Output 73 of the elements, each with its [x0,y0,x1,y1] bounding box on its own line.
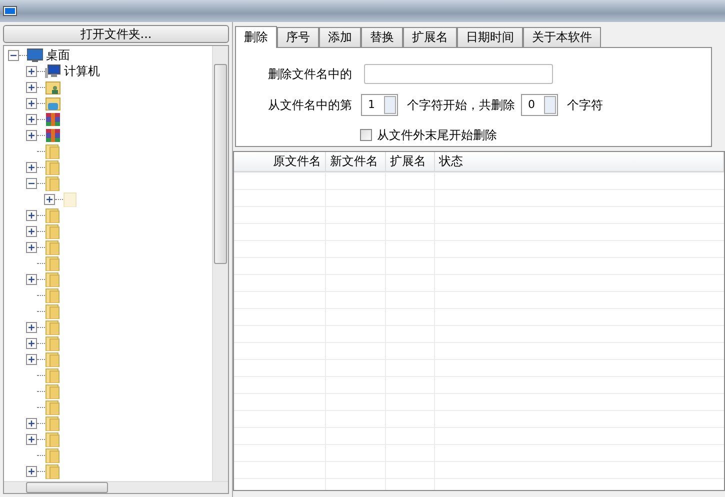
folder-icon [63,192,79,206]
folder-icon [45,368,61,382]
folder-icon [45,272,61,286]
expand-icon[interactable] [26,466,37,476]
folder-icon [45,208,61,222]
column-header[interactable]: 扩展名 [386,152,435,171]
spin-box[interactable]: 0 [521,94,558,116]
tab[interactable]: 日期时间 [457,27,523,47]
folder-icon [45,416,61,430]
folder-icon [45,224,61,238]
expand-icon[interactable] [26,130,37,140]
open-folder-button[interactable]: 打开文件夹... [3,25,229,43]
folder-icon [45,464,61,478]
folder-icon [45,176,61,190]
tab[interactable]: 关于本软件 [523,27,601,47]
expand-icon[interactable] [44,194,55,204]
field-label: 从文件名中的第 [268,97,352,114]
folder-icon [45,336,61,350]
folder-icon [45,144,61,158]
expand-icon[interactable] [26,210,37,220]
tab[interactable]: 序号 [277,27,319,47]
field-label: 个字符 [567,97,603,114]
field-label: 个字符开始，共删除 [407,97,515,114]
folder-icon [45,256,61,270]
column-header[interactable]: 状态 [435,152,724,171]
user-folder-icon [45,80,61,94]
folder-icon [45,240,61,254]
expand-icon[interactable] [26,226,37,236]
checkbox[interactable] [360,129,372,141]
desktop-icon [27,48,43,62]
library-icon [45,96,61,110]
column-header[interactable]: 原文件名 [234,152,326,171]
expand-icon[interactable] [26,242,37,252]
text-field[interactable] [364,64,553,84]
collapse-icon[interactable] [26,178,37,188]
folder-icon [45,304,61,318]
tree-item-label[interactable]: 桌面 [46,46,70,64]
expand-icon[interactable] [26,114,37,124]
folder-icon [45,432,61,446]
folder-icon [45,288,61,302]
expand-icon[interactable] [26,66,37,76]
tree-item-label[interactable]: 计算机 [64,62,100,80]
tab[interactable]: 替换 [361,27,403,47]
expand-icon[interactable] [26,322,37,332]
checkbox-label: 从文件外末尾开始删除 [377,127,497,144]
expand-icon[interactable] [26,354,37,364]
expand-icon[interactable] [26,418,37,428]
expand-icon[interactable] [26,274,37,284]
app-icon [3,6,17,16]
expand-icon[interactable] [26,162,37,172]
expand-icon[interactable] [26,338,37,348]
scrollbar-thumb[interactable] [214,64,227,264]
field-label: 删除文件名中的 [268,66,352,83]
vertical-scrollbar[interactable] [212,46,228,481]
expand-icon[interactable] [26,98,37,108]
horizontal-scrollbar[interactable] [4,481,228,493]
folder-icon [45,320,61,334]
tab[interactable]: 添加 [319,27,361,47]
expand-icon[interactable] [26,82,37,92]
folder-icon [45,160,61,174]
archive-icon [45,128,61,142]
expand-icon[interactable] [26,434,37,444]
archive-icon [45,112,61,126]
tab[interactable]: 扩展名 [403,27,457,47]
folder-icon [45,448,61,462]
folder-icon [45,400,61,414]
scrollbar-thumb[interactable] [26,482,108,493]
spin-box[interactable]: 1 [361,94,398,116]
folder-icon [45,384,61,398]
tab[interactable]: 删除 [235,26,277,48]
column-header[interactable]: 新文件名 [326,152,386,171]
collapse-icon[interactable] [8,50,19,60]
folder-icon [45,352,61,366]
